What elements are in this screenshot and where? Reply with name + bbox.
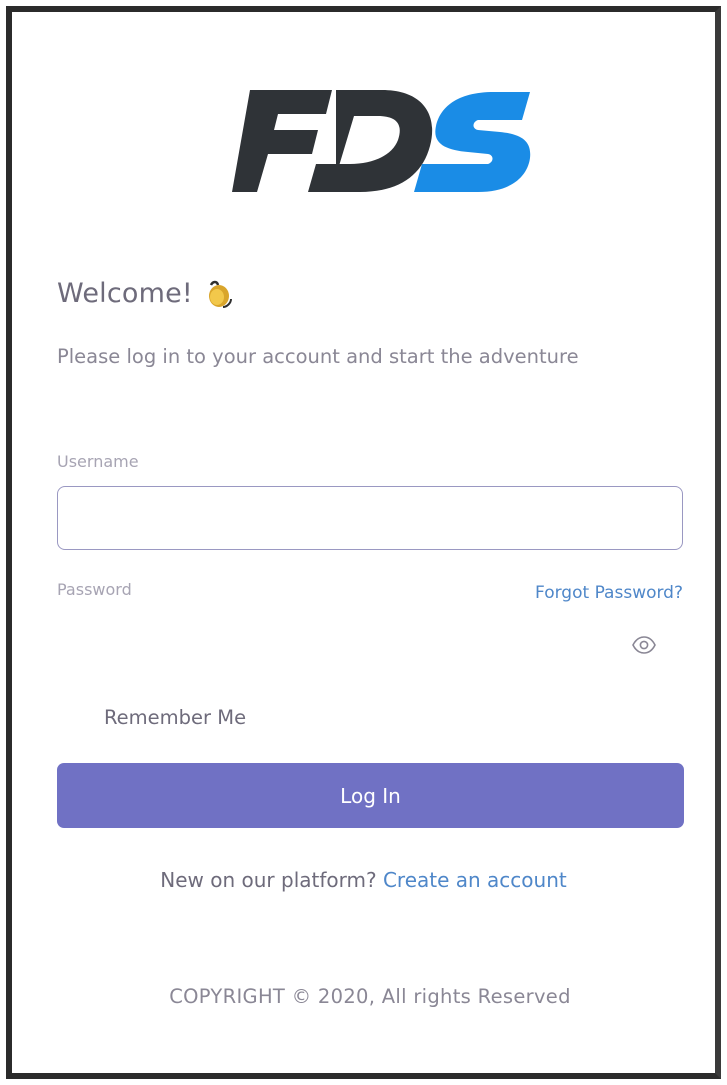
- signup-prompt-text: New on our platform?: [160, 868, 377, 892]
- username-input[interactable]: [57, 486, 683, 550]
- password-label: Password: [57, 580, 132, 599]
- welcome-subtitle: Please log in to your account and start …: [57, 345, 579, 368]
- waving-hand-icon: [208, 280, 232, 308]
- copyright-footer: COPYRIGHT © 2020, All rights Reserved: [169, 985, 571, 1008]
- username-label: Username: [57, 452, 139, 471]
- signup-prompt: New on our platform? Create an account: [0, 868, 727, 892]
- welcome-text: Welcome!: [57, 278, 193, 309]
- welcome-heading: Welcome!: [57, 278, 233, 309]
- password-input[interactable]: [57, 612, 632, 676]
- login-button[interactable]: Log In: [57, 763, 684, 828]
- forgot-password-link[interactable]: Forgot Password?: [535, 583, 683, 603]
- eye-icon[interactable]: [632, 636, 656, 654]
- fds-logo: [232, 90, 531, 192]
- create-account-link[interactable]: Create an account: [383, 868, 567, 892]
- remember-me-label[interactable]: Remember Me: [104, 706, 246, 729]
